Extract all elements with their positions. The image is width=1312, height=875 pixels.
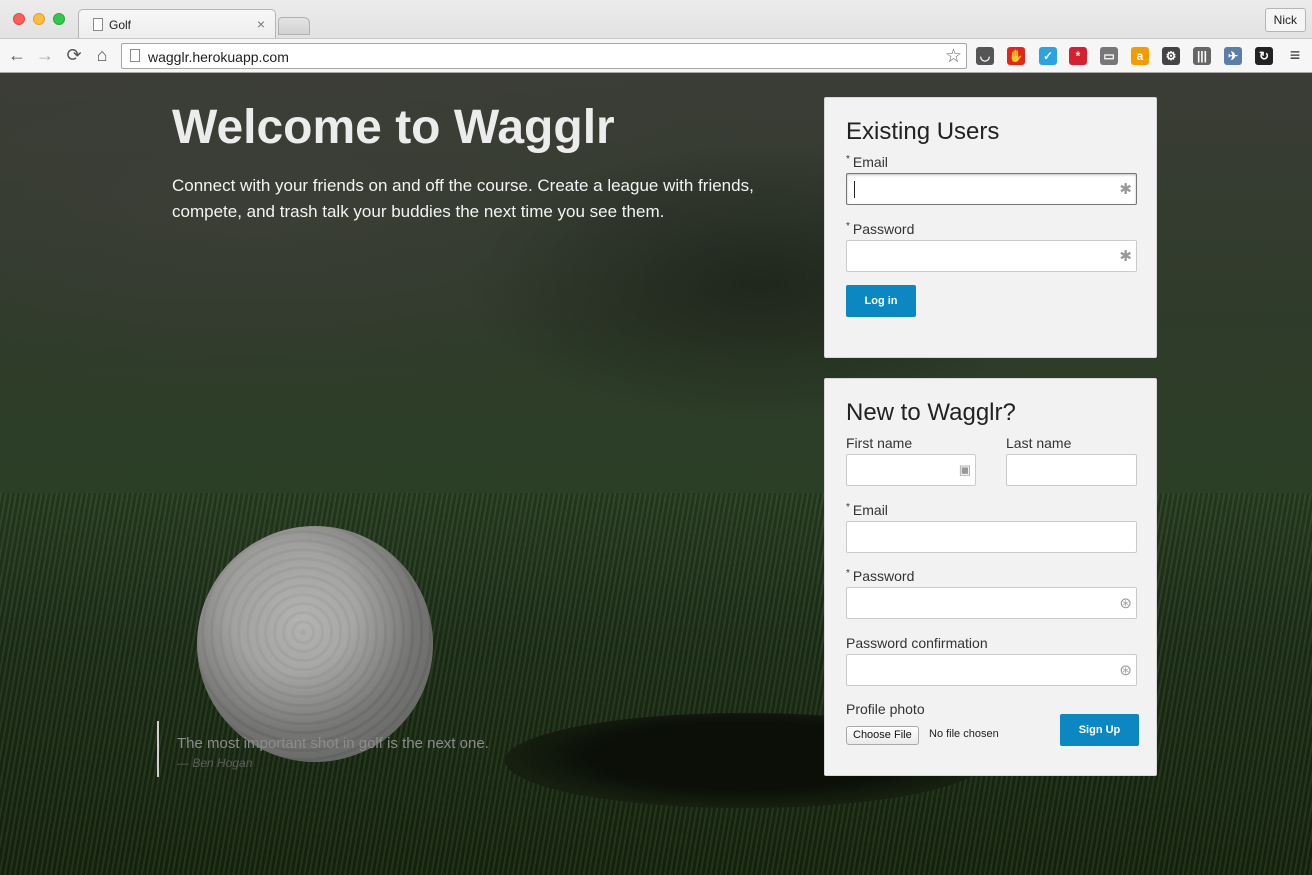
page-title: Welcome to Wagglr <box>172 101 615 154</box>
quote-author: — Ben Hogan <box>177 756 253 770</box>
close-window-icon[interactable] <box>13 13 25 25</box>
quote-text: The most important shot in golf is the n… <box>177 735 489 752</box>
lastpass-icon[interactable]: * <box>1069 47 1087 65</box>
required-mark: * <box>846 221 850 232</box>
login-password-label: * Password <box>846 221 914 237</box>
signup-email-field[interactable] <box>846 521 1137 553</box>
signup-heading: New to Wagglr? <box>846 399 1016 426</box>
tab-golf[interactable]: Golf × <box>78 9 276 39</box>
password-key-icon[interactable]: ⊛ <box>1119 661 1132 679</box>
signup-email-label: * Email <box>846 502 888 518</box>
bookmark-star-icon[interactable]: ☆ <box>945 45 962 68</box>
first-name-label: First name <box>846 435 913 451</box>
cast-icon[interactable]: ▭ <box>1100 47 1118 65</box>
pocket-icon[interactable]: ◡ <box>976 47 994 65</box>
sign-up-button[interactable]: Sign Up <box>1060 714 1139 746</box>
back-arrow-icon[interactable]: ← <box>6 44 28 66</box>
required-mark: * <box>846 502 850 513</box>
minimize-window-icon[interactable] <box>33 13 45 25</box>
password-key-icon[interactable]: ⊛ <box>1119 594 1132 612</box>
profile-photo-label: Profile photo <box>846 701 925 717</box>
reload-icon[interactable]: ⟳ <box>63 44 85 66</box>
quote-block: The most important shot in golf is the n… <box>157 721 489 777</box>
signup-password-label: * Password <box>846 568 914 584</box>
lastpass-field-icon[interactable]: ✱ <box>1119 180 1132 198</box>
login-email-label: * Email <box>846 154 888 170</box>
todo-check-icon[interactable]: ✓ <box>1039 47 1057 65</box>
signup-email-label-text: Email <box>852 502 888 518</box>
signup-password-field[interactable]: ⊛ <box>846 587 1137 619</box>
home-icon[interactable]: ⌂ <box>91 44 113 66</box>
required-mark: * <box>846 154 850 165</box>
last-name-label: Last name <box>1006 435 1072 451</box>
browser-toolbar: ← → ⟳ ⌂ wagglr.herokuapp.com ☆ ◡ ✋ ✓ * ▭ a ⚙ ||… <box>0 38 1312 72</box>
signup-password-label-text: Password <box>852 568 915 584</box>
signup-panel: New to Wagglr? First name Last name ▣ * E… <box>824 378 1157 776</box>
profile-button[interactable]: Nick <box>1264 8 1306 32</box>
tab-close-icon[interactable]: × <box>257 16 265 32</box>
first-name-field[interactable]: ▣ <box>846 454 976 486</box>
address-bar[interactable]: wagglr.herokuapp.com ☆ <box>121 43 967 69</box>
lastpass-field-icon[interactable]: ✱ <box>1119 247 1132 265</box>
adblock-icon[interactable]: ✋ <box>1007 47 1025 65</box>
choose-file-button[interactable]: Choose File <box>846 726 919 745</box>
password-confirmation-field[interactable]: ⊛ <box>846 654 1137 686</box>
last-name-field[interactable] <box>1006 454 1137 486</box>
tab-title: Golf <box>109 18 132 32</box>
password-confirmation-label: Password confirmation <box>846 635 988 651</box>
page-info-icon[interactable] <box>130 49 140 62</box>
login-button[interactable]: Log in <box>846 285 916 317</box>
login-password-field[interactable]: ✱ <box>846 240 1137 272</box>
browser-chrome: Golf × Nick ← → ⟳ ⌂ wagglr.herokuapp.com… <box>0 0 1312 73</box>
contact-card-icon[interactable]: ▣ <box>959 462 971 478</box>
sync-icon[interactable]: ↻ <box>1255 47 1273 65</box>
text-caret <box>854 181 855 198</box>
address-url[interactable]: wagglr.herokuapp.com <box>148 49 289 65</box>
settings-gear-icon[interactable]: ⚙ <box>1162 47 1180 65</box>
login-panel: Existing Users * Email ✱ * Password ✱ Log … <box>824 97 1157 358</box>
no-file-chosen-text: No file chosen <box>929 728 999 740</box>
login-heading: Existing Users <box>846 118 1000 145</box>
login-password-label-text: Password <box>852 221 915 237</box>
satellite-icon[interactable]: ✈ <box>1224 47 1242 65</box>
hero-subtitle: Connect with your friends on and off the… <box>172 176 754 221</box>
new-tab-button[interactable] <box>278 17 310 35</box>
columns-icon[interactable]: ||| <box>1193 47 1211 65</box>
forward-arrow-icon[interactable]: → <box>34 44 56 66</box>
required-mark: * <box>846 568 850 579</box>
amazon-icon[interactable]: a <box>1131 47 1149 65</box>
landing-page: Welcome to Wagglr Connect with your frie… <box>0 73 1312 875</box>
login-email-field[interactable]: ✱ <box>846 173 1137 205</box>
menu-icon[interactable]: ≡ <box>1284 44 1306 66</box>
login-email-label-text: Email <box>852 154 888 170</box>
zoom-window-icon[interactable] <box>53 13 65 25</box>
document-icon <box>93 18 103 31</box>
